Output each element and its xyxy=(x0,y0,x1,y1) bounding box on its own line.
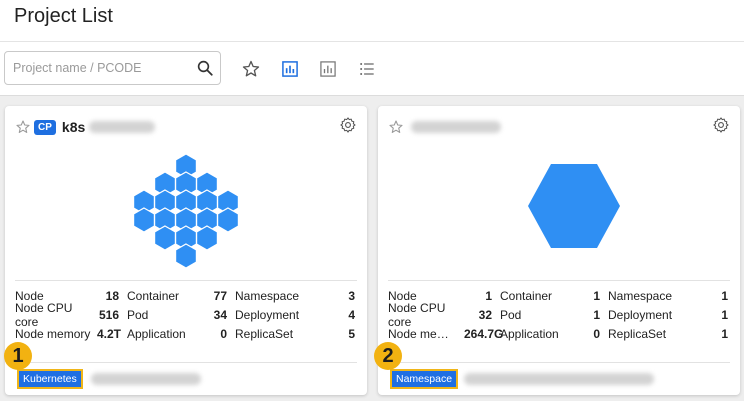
node-hexagon-single xyxy=(528,164,620,248)
stat-label: Pod xyxy=(127,307,149,322)
bar-chart-icon[interactable] xyxy=(280,59,300,79)
stat-label: ReplicaSet xyxy=(235,326,294,341)
redacted-name xyxy=(89,121,156,133)
hexagon-node xyxy=(175,243,197,269)
stat-label: Pod xyxy=(500,307,522,322)
stat-label: Container xyxy=(127,288,180,303)
platform-tag: Kubernetes xyxy=(17,369,83,389)
hexagon-node xyxy=(133,207,155,233)
page-title: Project List xyxy=(14,5,113,27)
step-marker-1: 1 xyxy=(4,342,32,370)
bar-chart-outline-icon[interactable] xyxy=(318,59,338,79)
stat-value: 264.7G xyxy=(464,326,504,341)
node-hexagon-cluster xyxy=(133,153,239,269)
search-input[interactable] xyxy=(13,52,193,84)
stat-label: Deployment xyxy=(608,307,673,322)
gear-icon[interactable] xyxy=(339,116,357,134)
stat-value: 4.2T xyxy=(97,326,122,341)
star-icon[interactable] xyxy=(241,59,261,79)
stat-value: 1 xyxy=(593,288,600,303)
stat-value: 1 xyxy=(721,288,728,303)
project-name[interactable]: k8s xyxy=(62,119,85,135)
stat-label: Node CPU core xyxy=(15,300,73,329)
stats-row: Node memory 4.2T Application 0 ReplicaSe… xyxy=(15,324,357,343)
stat-value: 4 xyxy=(348,307,355,322)
hexagon-node xyxy=(196,225,218,251)
hexagon-node xyxy=(528,164,620,248)
stat-value: 0 xyxy=(220,326,227,341)
stat-label: Application xyxy=(500,326,559,341)
list-icon[interactable] xyxy=(357,59,377,79)
project-card[interactable]: CP k8s Node 18 Container 77 Namespace 3 … xyxy=(5,106,367,395)
stat-value: 5 xyxy=(348,326,355,341)
stat-value: 0 xyxy=(593,326,600,341)
project-card[interactable]: Node 1 Container 1 Namespace 1 Node CPU … xyxy=(378,106,740,395)
platform-tag: Namespace xyxy=(389,369,459,389)
favorite-star-icon[interactable] xyxy=(388,119,404,135)
stat-value: 1 xyxy=(485,288,492,303)
page-header: Project List xyxy=(0,0,744,42)
favorite-star-icon[interactable] xyxy=(15,119,31,135)
redacted-name xyxy=(411,121,501,133)
stats-row: Node CPU core 516 Pod 34 Deployment 4 xyxy=(15,301,357,329)
stats-row: Node CPU core 32 Pod 1 Deployment 1 xyxy=(388,301,730,329)
stats-table: Node 18 Container 77 Namespace 3 Node CP… xyxy=(15,280,357,343)
stat-value: 34 xyxy=(213,307,227,322)
search-icon[interactable] xyxy=(196,59,214,77)
stat-value: 3 xyxy=(348,288,355,303)
gear-icon[interactable] xyxy=(712,116,730,134)
toolbar xyxy=(0,42,744,96)
stat-label: Namespace xyxy=(608,288,673,303)
stat-label: Node me… xyxy=(388,326,449,341)
stat-label: Node memory xyxy=(15,326,91,341)
stat-value: 516 xyxy=(98,307,119,322)
stat-label: ReplicaSet xyxy=(608,326,667,341)
stat-label: Container xyxy=(500,288,553,303)
card-header xyxy=(388,118,501,136)
stat-label: Application xyxy=(127,326,186,341)
stat-value: 32 xyxy=(478,307,492,322)
search-box[interactable] xyxy=(4,51,221,85)
hexagon-node xyxy=(154,225,176,251)
redacted-code xyxy=(464,373,654,385)
card-footer: Kubernetes xyxy=(15,362,357,390)
step-marker-2: 2 xyxy=(374,342,402,370)
project-grid: CP k8s Node 18 Container 77 Namespace 3 … xyxy=(0,96,744,401)
stat-value: 77 xyxy=(213,288,227,303)
stat-label: Deployment xyxy=(235,307,300,322)
card-footer: Namespace xyxy=(388,362,730,390)
stat-label: Node CPU core xyxy=(388,300,446,329)
stats-table: Node 1 Container 1 Namespace 1 Node CPU … xyxy=(388,280,730,343)
stat-label: Namespace xyxy=(235,288,300,303)
stat-value: 1 xyxy=(721,326,728,341)
stat-value: 1 xyxy=(721,307,728,322)
card-header: CP k8s xyxy=(15,118,156,136)
stats-row: Node me… 264.7G Application 0 ReplicaSet… xyxy=(388,324,730,343)
stat-value: 1 xyxy=(593,307,600,322)
hexagon-node xyxy=(217,207,239,233)
stat-value: 18 xyxy=(105,288,119,303)
cp-badge: CP xyxy=(34,119,56,135)
redacted-code xyxy=(91,373,201,385)
